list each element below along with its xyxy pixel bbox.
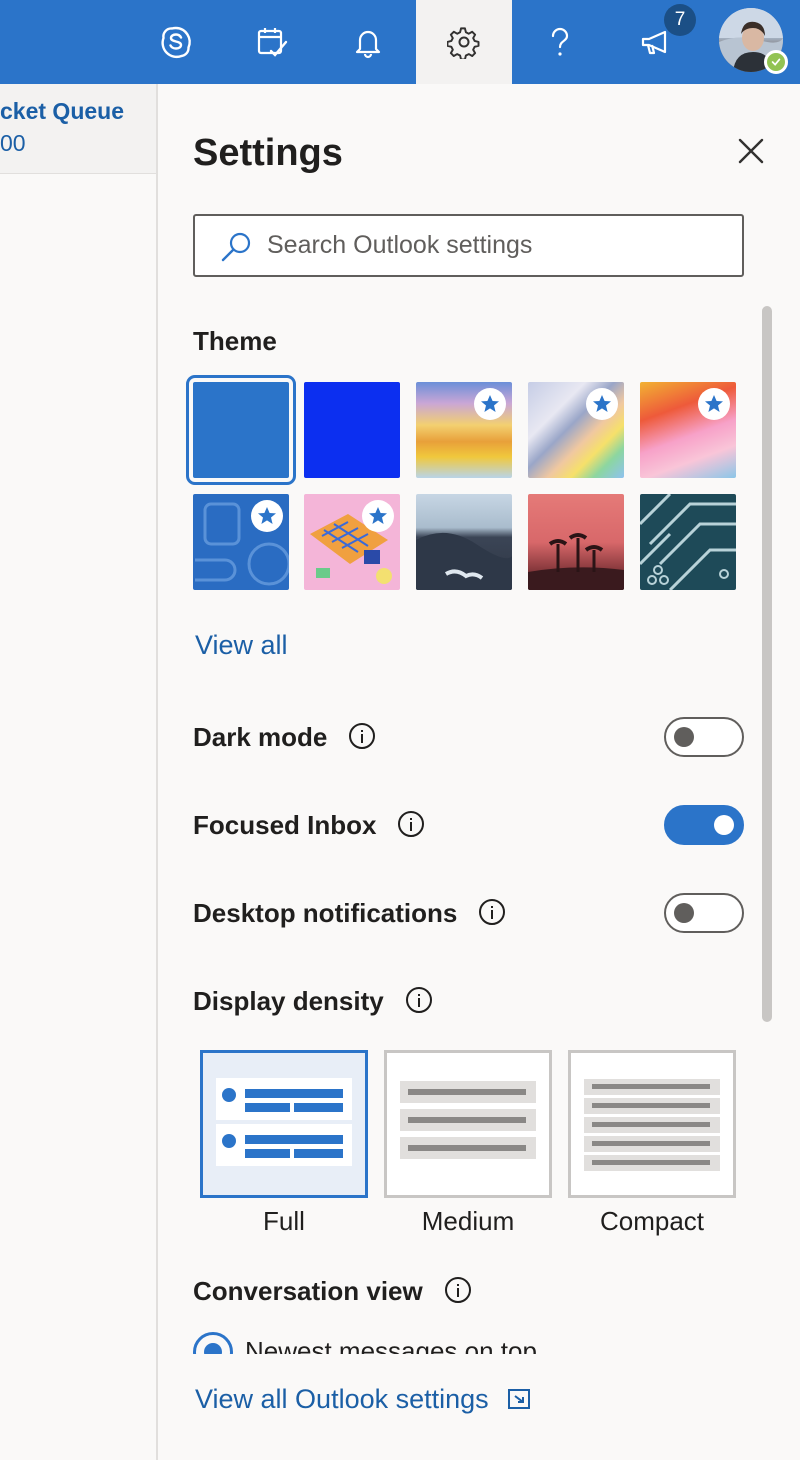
desktop-notifications-label: Desktop notifications bbox=[193, 898, 458, 928]
theme-circuit[interactable] bbox=[640, 494, 736, 590]
top-bar: 7 bbox=[0, 0, 800, 84]
dark-mode-label: Dark mode bbox=[193, 722, 328, 752]
folder-title: cket Queue bbox=[0, 98, 124, 124]
density-compact-preview bbox=[584, 1079, 720, 1171]
theme-unicorn[interactable] bbox=[640, 382, 736, 478]
density-compact-label: Compact bbox=[599, 1206, 705, 1236]
help-button[interactable] bbox=[512, 0, 608, 84]
bell-icon bbox=[355, 30, 381, 59]
premium-star-icon bbox=[586, 388, 618, 420]
focused-inbox-toggle[interactable] bbox=[664, 805, 744, 845]
whats-new-button[interactable]: 7 bbox=[608, 0, 704, 84]
skype-button[interactable] bbox=[128, 0, 224, 84]
density-full-label: Full bbox=[263, 1206, 305, 1236]
page-title: Settings bbox=[193, 132, 343, 174]
info-icon[interactable] bbox=[444, 1277, 471, 1304]
theme-waves[interactable] bbox=[416, 382, 512, 478]
density-medium-label: Medium bbox=[421, 1206, 515, 1236]
dark-mode-toggle[interactable] bbox=[664, 717, 744, 757]
folder-count: 00 bbox=[0, 130, 26, 156]
view-all-themes-link[interactable]: View all bbox=[195, 630, 288, 661]
premium-star-icon bbox=[251, 500, 283, 532]
folder-pane: cket Queue 00 bbox=[0, 84, 158, 1460]
conversation-view-label: Conversation view bbox=[193, 1276, 423, 1306]
premium-star-icon bbox=[698, 388, 730, 420]
display-density-row: Display density bbox=[193, 986, 432, 1017]
desktop-notifications-toggle[interactable] bbox=[664, 893, 744, 933]
info-icon[interactable] bbox=[405, 987, 432, 1014]
notification-count-badge: 7 bbox=[664, 4, 696, 36]
focused-inbox-row: Focused Inbox bbox=[193, 810, 425, 841]
density-medium-preview bbox=[400, 1081, 536, 1159]
theme-mountains[interactable] bbox=[416, 494, 512, 590]
settings-button[interactable] bbox=[416, 0, 512, 84]
desktop-notifications-row: Desktop notifications bbox=[193, 898, 506, 929]
search-icon bbox=[221, 232, 251, 262]
scrollbar[interactable] bbox=[762, 306, 772, 1022]
theme-bright-blue[interactable] bbox=[304, 382, 400, 478]
gear-icon bbox=[447, 27, 480, 59]
theme-ribbons[interactable] bbox=[528, 382, 624, 478]
open-external-icon bbox=[507, 1388, 530, 1409]
search-input[interactable] bbox=[267, 216, 727, 275]
density-medium-option[interactable] bbox=[384, 1050, 552, 1198]
theme-heading: Theme bbox=[193, 326, 277, 356]
newest-on-top-option[interactable]: Newest messages on top bbox=[193, 1332, 753, 1354]
view-all-settings-link[interactable]: View all Outlook settings bbox=[195, 1384, 531, 1415]
theme-sports[interactable] bbox=[193, 494, 289, 590]
theme-isometric[interactable] bbox=[304, 494, 400, 590]
conversation-view-row: Conversation view bbox=[193, 1276, 471, 1307]
info-icon[interactable] bbox=[479, 899, 506, 926]
density-full-option[interactable] bbox=[200, 1050, 368, 1198]
view-all-settings-label: View all Outlook settings bbox=[195, 1384, 489, 1414]
info-icon[interactable] bbox=[398, 811, 425, 838]
premium-star-icon bbox=[362, 500, 394, 532]
notifications-button[interactable] bbox=[320, 0, 416, 84]
focused-inbox-label: Focused Inbox bbox=[193, 810, 377, 840]
calendar-check-icon bbox=[257, 28, 288, 57]
premium-star-icon bbox=[474, 388, 506, 420]
settings-search-box[interactable] bbox=[193, 214, 744, 277]
newest-on-top-label: Newest messages on top bbox=[245, 1336, 537, 1354]
dark-mode-row: Dark mode bbox=[193, 722, 376, 753]
info-icon[interactable] bbox=[349, 723, 376, 750]
skype-icon bbox=[161, 26, 191, 59]
radio-selected[interactable] bbox=[193, 1332, 233, 1354]
theme-palms[interactable] bbox=[528, 494, 624, 590]
help-icon bbox=[551, 27, 569, 56]
presence-available-icon bbox=[764, 50, 788, 74]
theme-blue[interactable] bbox=[186, 375, 296, 485]
my-day-button[interactable] bbox=[224, 0, 320, 84]
density-compact-option[interactable] bbox=[568, 1050, 736, 1198]
selected-folder-item[interactable]: cket Queue 00 bbox=[0, 84, 156, 174]
display-density-label: Display density bbox=[193, 986, 384, 1016]
close-icon[interactable] bbox=[734, 134, 768, 168]
density-full-preview bbox=[216, 1078, 352, 1166]
settings-panel: Settings Theme bbox=[160, 84, 800, 1460]
